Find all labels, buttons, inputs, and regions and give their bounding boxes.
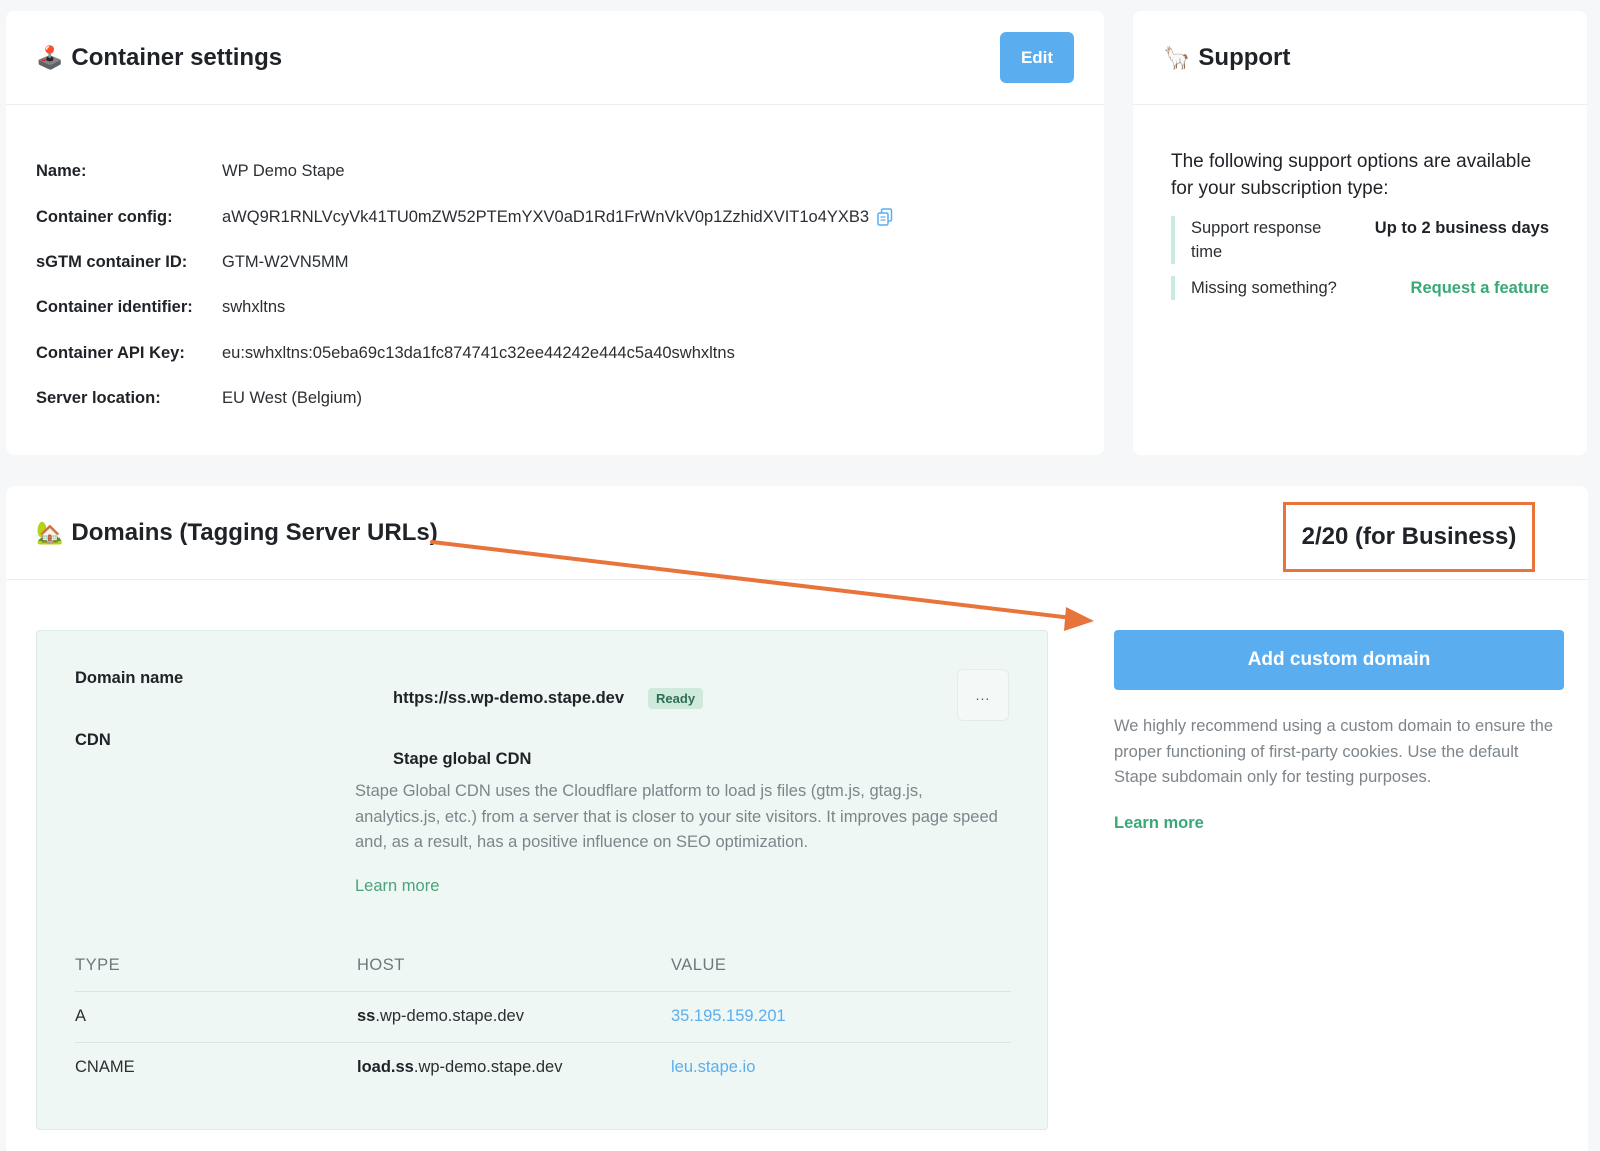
support-card: 🦙 Support The following support options …	[1133, 11, 1587, 455]
cdn-learn-more-link[interactable]: Learn more	[355, 877, 439, 896]
domain-name-value: https://ss.wp-demo.stape.dev	[393, 689, 625, 707]
custom-domain-hint: We highly recommend using a custom domai…	[1114, 717, 1554, 786]
support-response-row: Support response time Up to 2 business d…	[1171, 216, 1549, 264]
container-config-value: aWQ9R1RNLVcyVk41TU0mZW52PTEmYXV0aD1Rd1Fr…	[222, 207, 870, 226]
dns-host-suffix: .wp-demo.stape.dev	[413, 1058, 563, 1077]
dns-host-prefix: load.ss	[357, 1058, 414, 1077]
domains-title-text: Domains (Tagging Server URLs)	[71, 518, 438, 546]
field-value: EU West (Belgium)	[222, 389, 362, 408]
support-options: Support response time Up to 2 business d…	[1133, 202, 1587, 300]
domains-title: 🏡 Domains (Tagging Server URLs)	[36, 519, 438, 547]
copy-icon[interactable]	[877, 208, 893, 226]
field-value: swhxltns	[222, 298, 286, 317]
cdn-description: Stape Global CDN uses the Cloudflare pla…	[355, 782, 998, 851]
support-title: 🦙 Support	[1163, 44, 1290, 72]
field-server-location: Server location: EU West (Belgium)	[36, 376, 1074, 421]
support-row-label: Missing something?	[1191, 279, 1337, 297]
dns-header-host: HOST	[357, 941, 671, 992]
dns-host-prefix: ss	[357, 1007, 376, 1025]
domain-name-row: Domain name https://ss.wp-demo.stape.dev…	[75, 669, 704, 709]
dns-header-row: TYPE HOST VALUE	[75, 941, 1011, 992]
custom-domain-learn-more-link[interactable]: Learn more	[1114, 814, 1204, 833]
dns-type: A	[75, 991, 357, 1043]
field-value: eu:swhxltns:05eba69c13da1fc874741c32ee44…	[222, 343, 735, 362]
domain-panel: Domain name https://ss.wp-demo.stape.dev…	[36, 630, 1048, 1130]
support-title-text: Support	[1198, 43, 1291, 71]
field-value: GTM-W2VN5MM	[222, 252, 349, 271]
dns-records-table: TYPE HOST VALUE A ss.wp-demo.stape.dev 3…	[75, 941, 1011, 1093]
cdn-row: CDN Stape global CDN	[75, 731, 531, 768]
field-label: Container API Key:	[36, 343, 185, 362]
field-label: sGTM container ID:	[36, 252, 188, 271]
cdn-value: Stape global CDN	[393, 750, 532, 768]
support-row-value: Up to 2 business days	[1374, 219, 1549, 237]
domains-card: 🏡 Domains (Tagging Server URLs) 2/20 (fo…	[6, 486, 1588, 1151]
field-value: WP Demo Stape	[222, 162, 345, 181]
container-settings-card: 🕹️ Container settings Edit Name: WP Demo…	[6, 11, 1104, 455]
dns-header-type: TYPE	[75, 941, 357, 992]
field-sgtm-id: sGTM container ID: GTM-W2VN5MM	[36, 240, 1074, 285]
dns-value-link[interactable]: 35.195.159.201	[671, 1007, 786, 1025]
table-row: CNAME load.ss.wp-demo.stape.dev leu.stap…	[75, 1042, 1011, 1093]
support-row-label: Support response time	[1191, 219, 1322, 261]
container-settings-title: 🕹️ Container settings	[36, 44, 282, 72]
field-label: Name:	[36, 162, 87, 181]
domain-quota: 2/20 (for Business)	[1301, 523, 1517, 550]
field-label: Container identifier:	[36, 298, 193, 317]
more-options-button[interactable]: ...	[957, 669, 1009, 721]
quota-highlight-box: 2/20 (for Business)	[1283, 502, 1535, 572]
request-feature-link[interactable]: Request a feature	[1411, 276, 1549, 300]
cdn-label: CDN	[75, 731, 111, 749]
dns-value: leu.stape.io	[671, 1042, 1011, 1093]
status-badge: Ready	[648, 688, 704, 709]
field-api-key: Container API Key: eu:swhxltns:05eba69c1…	[36, 331, 1074, 376]
domain-name-value-wrap: https://ss.wp-demo.stape.dev Ready	[393, 688, 704, 709]
container-settings-header: 🕹️ Container settings Edit	[6, 11, 1104, 105]
container-settings-title-text: Container settings	[71, 43, 283, 71]
field-container-identifier: Container identifier: swhxltns	[36, 285, 1074, 330]
dns-host: ss.wp-demo.stape.dev	[357, 991, 671, 1043]
dns-header-value: VALUE	[671, 941, 1011, 992]
dns-type: CNAME	[75, 1058, 135, 1077]
domain-name-label: Domain name	[75, 669, 184, 687]
dns-value: 35.195.159.201	[671, 991, 1011, 1043]
field-label: Container config:	[36, 207, 173, 226]
field-label: Server location:	[36, 389, 161, 408]
container-fields: Name: WP Demo Stape Container config: aW…	[6, 105, 1104, 421]
dns-host-suffix: .wp-demo.stape.dev	[375, 1007, 524, 1025]
llama-icon: 🦙	[1163, 44, 1191, 70]
field-value: aWQ9R1RNLVcyVk41TU0mZW52PTEmYXV0aD1Rd1Fr…	[222, 208, 893, 227]
house-tree-icon: 🏡	[36, 519, 64, 545]
support-header: 🦙 Support	[1133, 11, 1587, 105]
dns-value-link[interactable]: leu.stape.io	[671, 1058, 755, 1076]
dns-host: load.ss.wp-demo.stape.dev	[357, 1042, 671, 1093]
support-intro: The following support options are availa…	[1171, 151, 1532, 199]
missing-something-row: Missing something? Request a feature	[1171, 276, 1549, 300]
joystick-icon: 🕹️	[36, 44, 64, 70]
add-custom-domain-button[interactable]: Add custom domain	[1114, 630, 1564, 690]
field-container-config: Container config: aWQ9R1RNLVcyVk41TU0mZW…	[36, 194, 1074, 239]
table-row: A ss.wp-demo.stape.dev 35.195.159.201	[75, 991, 1011, 1043]
edit-button[interactable]: Edit	[1000, 32, 1074, 83]
field-name: Name: WP Demo Stape	[36, 149, 1074, 194]
